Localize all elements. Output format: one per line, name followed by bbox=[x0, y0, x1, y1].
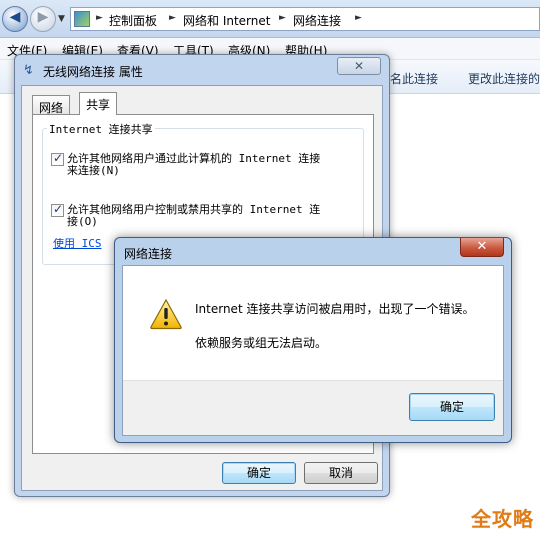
breadcrumb-separator-icon[interactable]: ► bbox=[279, 13, 286, 23]
error-dialog-body: Internet 连接共享访问被启用时，出现了一个错误。 依赖服务或组无法启动。… bbox=[122, 265, 504, 436]
change-connection-settings-command[interactable]: 更改此连接的 bbox=[468, 70, 540, 87]
allow-control-label-line1[interactable]: 允许其他网络用户控制或禁用共享的 Internet 连 bbox=[67, 204, 320, 216]
allow-sharing-checkbox[interactable]: ✓ bbox=[51, 151, 64, 166]
error-footer: 确定 bbox=[123, 380, 503, 435]
close-icon: ✕ bbox=[476, 239, 488, 254]
error-ok-button[interactable]: 确定 bbox=[409, 393, 495, 421]
properties-titlebar[interactable]: ↯ 无线网络连接 属性 ✕ bbox=[15, 55, 389, 85]
breadcrumb-control-panel[interactable]: 控制面板 bbox=[109, 12, 157, 29]
ics-group-title: Internet 连接共享 bbox=[47, 121, 155, 137]
breadcrumb-separator-icon[interactable]: ► bbox=[169, 13, 176, 23]
breadcrumb-network-internet[interactable]: 网络和 Internet bbox=[183, 12, 270, 29]
properties-ok-button[interactable]: 确定 bbox=[222, 462, 296, 484]
tab-network[interactable]: 网络 bbox=[32, 95, 71, 115]
allow-sharing-label-line2[interactable]: 来连接(N) bbox=[67, 165, 120, 177]
checkmark-icon: ✓ bbox=[53, 202, 64, 216]
address-field[interactable]: ► 控制面板 ► 网络和 Internet ► 网络连接 ► bbox=[70, 7, 540, 31]
error-close-button[interactable]: ✕ bbox=[460, 238, 504, 257]
recent-pages-dropdown-icon[interactable]: ▼ bbox=[58, 14, 65, 24]
arrow-right-icon: ▶ bbox=[37, 9, 49, 25]
allow-control-label-line2[interactable]: 接(O) bbox=[67, 216, 98, 228]
ics-help-link[interactable]: 使用 ICS bbox=[53, 235, 102, 251]
forward-button[interactable]: ▶ bbox=[30, 6, 56, 32]
arrow-left-icon: ◀ bbox=[9, 9, 21, 25]
rename-connection-command[interactable]: 名此连接 bbox=[390, 70, 438, 87]
wireless-network-icon: ↯ bbox=[23, 63, 34, 78]
properties-title: 无线网络连接 属性 bbox=[43, 65, 143, 79]
control-panel-icon bbox=[74, 11, 90, 27]
allow-control-checkbox[interactable]: ✓ bbox=[51, 202, 64, 217]
breadcrumb-network-connections[interactable]: 网络连接 bbox=[293, 12, 341, 29]
breadcrumb-separator-icon[interactable]: ► bbox=[96, 13, 103, 23]
back-button[interactable]: ◀ bbox=[2, 6, 28, 32]
error-detail: 依赖服务或组无法启动。 bbox=[195, 336, 328, 350]
error-message: Internet 连接共享访问被启用时，出现了一个错误。 bbox=[195, 302, 475, 316]
address-bar: ◀ ▶ ▼ ► 控制面板 ► 网络和 Internet ► 网络连接 ► bbox=[0, 0, 540, 38]
properties-close-button[interactable]: ✕ bbox=[337, 57, 381, 75]
watermark-logo: 全攻略 bbox=[471, 507, 534, 531]
checkmark-icon: ✓ bbox=[53, 151, 64, 165]
properties-cancel-button[interactable]: 取消 bbox=[304, 462, 378, 484]
tab-sharing[interactable]: 共享 bbox=[79, 92, 118, 115]
error-dialog-title: 网络连接 bbox=[124, 247, 173, 261]
warning-icon bbox=[150, 298, 182, 330]
error-dialog: 网络连接 ✕ Internet 连接共享访问被启用时，出现了一个错误。 依赖服务… bbox=[114, 237, 512, 443]
breadcrumb-separator-icon[interactable]: ► bbox=[355, 13, 362, 23]
error-content: Internet 连接共享访问被启用时，出现了一个错误。 依赖服务或组无法启动。 bbox=[123, 266, 503, 380]
